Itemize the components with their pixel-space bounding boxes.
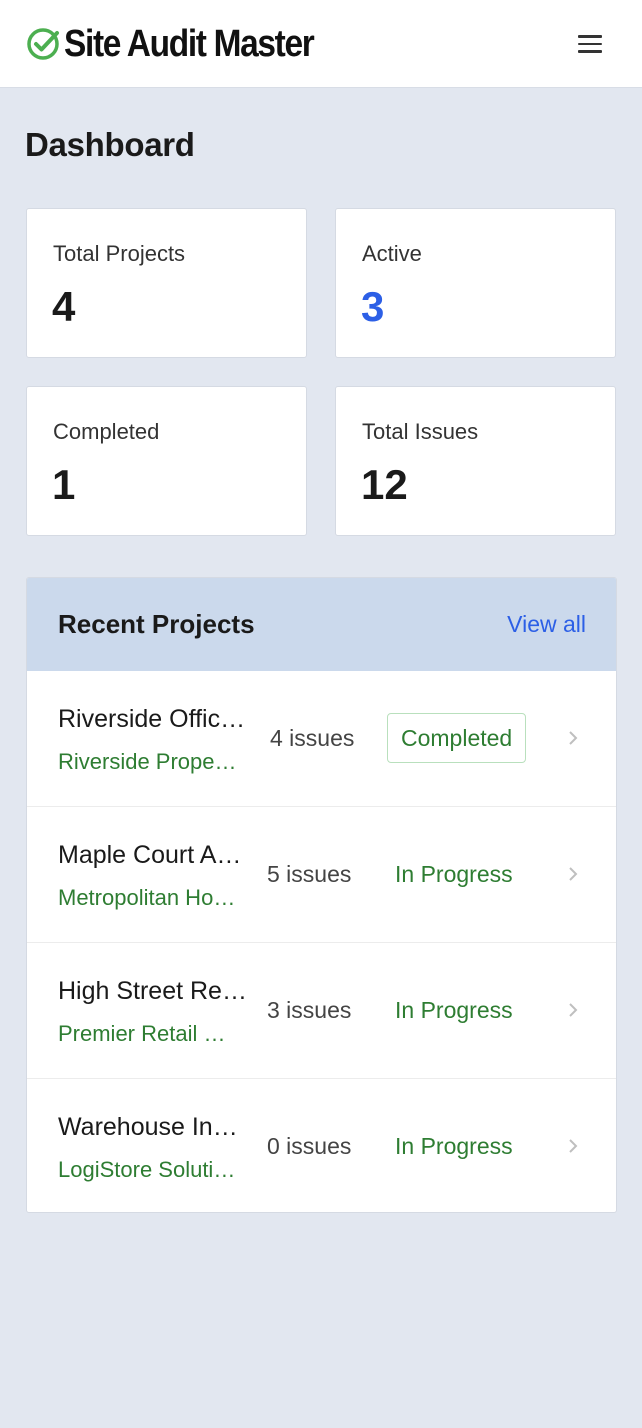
issue-count: 3 issues	[267, 997, 352, 1023]
status-badge: In Progress	[395, 1133, 513, 1159]
stat-label: Completed	[53, 419, 160, 444]
project-client: Premier Retail Group	[58, 1021, 242, 1046]
app-name: Site Audit Master	[64, 23, 315, 65]
recent-projects-title: Recent Projects	[58, 609, 255, 639]
recent-projects-panel: Recent Projects View all Riverside Offic…	[26, 577, 617, 1213]
stat-value: 3	[361, 283, 385, 330]
check-circle-icon	[27, 28, 59, 60]
recent-projects-header: Recent Projects View all	[27, 578, 616, 671]
stat-card-active: Active 3	[335, 208, 616, 358]
project-name: Warehouse Inspection	[58, 1113, 248, 1141]
app-header: Site Audit Master	[0, 0, 642, 88]
stat-card-total-projects: Total Projects 4	[26, 208, 307, 358]
project-row[interactable]: Riverside Office Complex Riverside Prope…	[27, 671, 616, 807]
status-badge: Completed	[387, 713, 527, 763]
issue-count: 5 issues	[267, 861, 352, 887]
project-row[interactable]: Warehouse Inspection LogiStore Solutions…	[27, 1079, 616, 1212]
hamburger-menu-icon[interactable]	[574, 30, 606, 58]
stat-label: Active	[362, 241, 422, 266]
issue-count: 0 issues	[267, 1133, 352, 1159]
status-badge: In Progress	[395, 997, 513, 1023]
project-name: High Street Retail Park	[58, 977, 248, 1005]
chevron-right-icon	[569, 731, 578, 745]
stat-value: 1	[52, 461, 76, 508]
issue-count: 4 issues	[270, 725, 355, 751]
project-name: Riverside Office Complex	[58, 705, 248, 733]
stat-value: 12	[361, 461, 408, 508]
project-client: Riverside Properties	[58, 749, 242, 774]
stat-label: Total Issues	[362, 419, 479, 444]
stat-card-completed: Completed 1	[26, 386, 307, 536]
chevron-right-icon	[569, 1139, 578, 1153]
stat-value: 4	[52, 283, 76, 330]
page-title: Dashboard	[25, 126, 195, 163]
project-client: LogiStore Solutions	[58, 1157, 242, 1182]
view-all-link[interactable]: View all	[507, 611, 586, 638]
chevron-right-icon	[569, 1003, 578, 1017]
chevron-right-icon	[569, 867, 578, 881]
stat-label: Total Projects	[53, 241, 186, 266]
status-badge: In Progress	[395, 861, 513, 887]
app-logo[interactable]: Site Audit Master	[26, 24, 347, 64]
project-row[interactable]: Maple Court Apartments Metropolitan Hous…	[27, 807, 616, 943]
project-client: Metropolitan Housing	[58, 885, 242, 910]
project-row[interactable]: High Street Retail Park Premier Retail G…	[27, 943, 616, 1079]
stat-card-total-issues: Total Issues 12	[335, 386, 616, 536]
project-name: Maple Court Apartments	[58, 841, 248, 869]
